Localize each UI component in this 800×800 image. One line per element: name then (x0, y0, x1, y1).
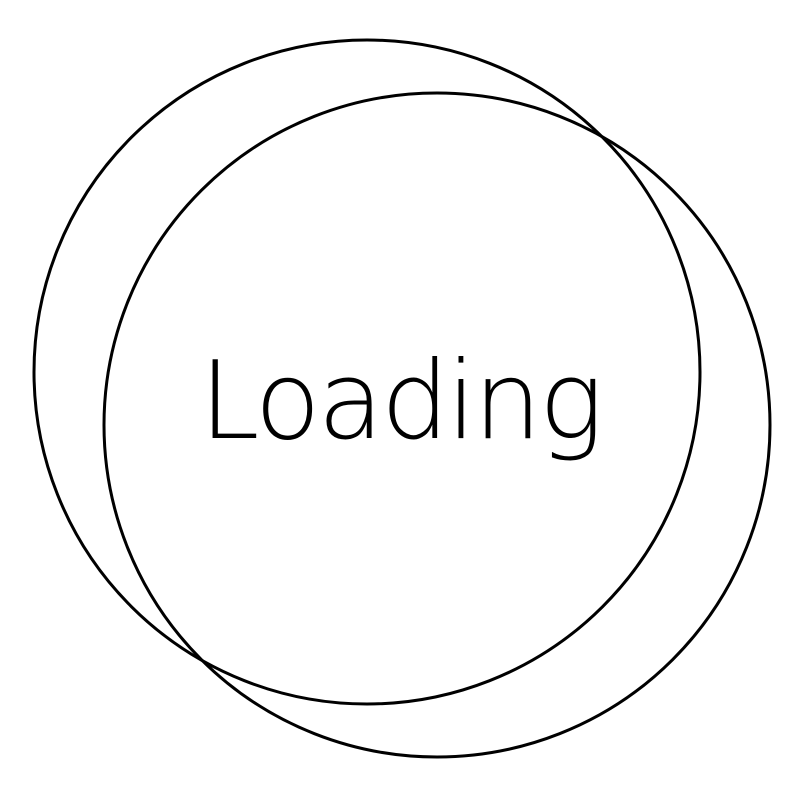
loading-screen: Loading (0, 0, 800, 800)
loading-label: Loading (199, 339, 603, 464)
